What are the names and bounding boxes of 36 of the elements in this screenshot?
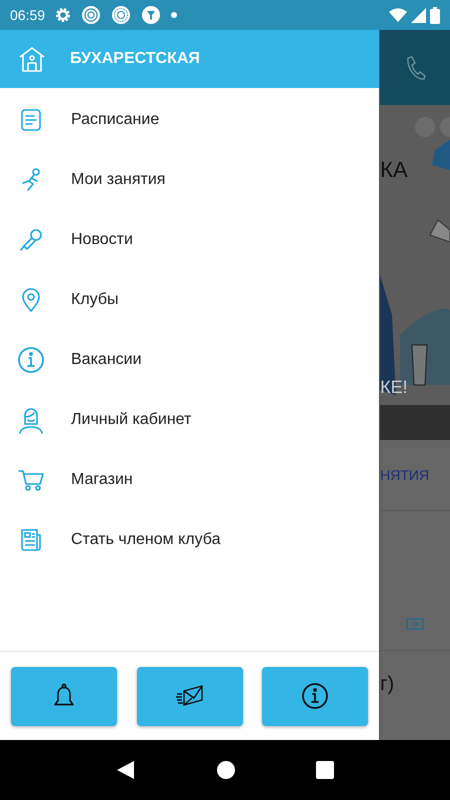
menu-item[interactable]: Магазин [0, 450, 380, 510]
banner-text: КЕ! [380, 377, 408, 398]
spiral-badge-icon [81, 5, 102, 25]
info-icon [17, 346, 45, 374]
home-icon[interactable] [216, 760, 236, 780]
menu-item[interactable]: Вакансии [0, 330, 380, 390]
menu-item[interactable]: Мои занятия [0, 150, 380, 210]
menu-item[interactable]: Расписание [0, 90, 380, 150]
menu-item[interactable]: Стать членом клуба [0, 510, 380, 570]
menu-item[interactable]: Клубы [0, 270, 380, 330]
document-icon [18, 107, 44, 133]
info-icon [301, 682, 330, 710]
round-seal-icon [111, 5, 132, 25]
wifi-icon [389, 8, 407, 22]
microphone-icon [18, 227, 44, 253]
clock: 06:59 [10, 7, 46, 23]
info-button[interactable] [262, 666, 368, 726]
club-title: БУХАРЕСТСКАЯ [70, 50, 200, 68]
signal-icon [411, 8, 426, 22]
cart-icon [17, 467, 45, 493]
newspaper-icon [18, 527, 44, 553]
text-fragment: г) [380, 672, 396, 696]
banner-text: КА [380, 157, 408, 183]
mail-button[interactable] [136, 666, 243, 726]
funnel-badge-icon [141, 5, 162, 25]
gear-icon [55, 7, 72, 23]
flying-envelope-icon [176, 685, 204, 707]
person-icon [17, 406, 45, 434]
menu-item[interactable]: Новости [0, 210, 380, 270]
house-icon [18, 45, 46, 73]
menu-item[interactable]: Личный кабинет [0, 390, 380, 450]
banknote-icon [406, 618, 424, 630]
dot-icon [171, 12, 178, 18]
back-icon[interactable] [116, 760, 136, 780]
battery-icon [430, 6, 440, 24]
phone-icon [404, 56, 426, 80]
